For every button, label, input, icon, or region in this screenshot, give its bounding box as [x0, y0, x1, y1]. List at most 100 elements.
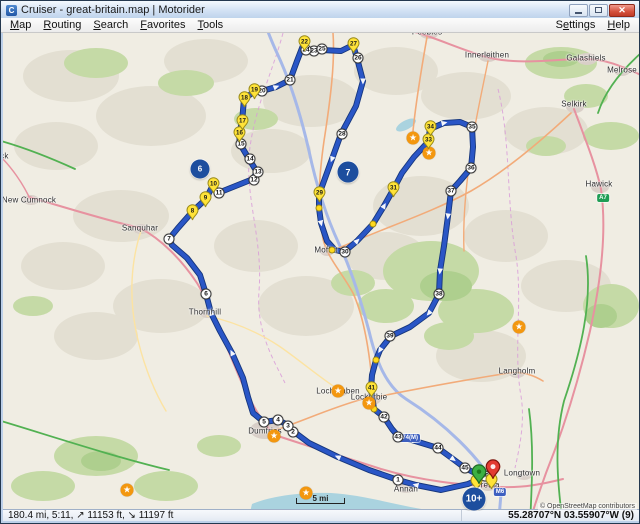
- svg-text:19: 19: [251, 87, 258, 94]
- town-label-cumnock: Cumnock: [3, 152, 9, 161]
- town-label-hawick: Hawick: [586, 180, 613, 189]
- poi-star-icon[interactable]: ★: [363, 397, 376, 410]
- cluster-marker-6[interactable]: 6: [191, 160, 210, 179]
- via-point-30[interactable]: 30: [340, 247, 351, 258]
- svg-text:8: 8: [190, 208, 194, 215]
- via-point-6[interactable]: 6: [201, 289, 212, 300]
- menu-map[interactable]: Map: [4, 19, 37, 31]
- svg-text:41: 41: [368, 385, 375, 392]
- map-canvas[interactable]: CumnockNew CumnockSanquharThornhillDumfr…: [3, 33, 639, 511]
- waypoint-pin-19[interactable]: 19: [248, 83, 261, 100]
- via-point-13[interactable]: 13: [253, 167, 264, 178]
- via-point-42[interactable]: 42: [379, 412, 390, 423]
- via-point-28[interactable]: 28: [337, 129, 348, 140]
- via-point-1[interactable]: 1: [393, 475, 404, 486]
- route-end-pin[interactable]: [485, 459, 501, 480]
- via-point-21[interactable]: 21: [285, 75, 296, 86]
- route-dot[interactable]: [329, 247, 336, 254]
- scale-label: 5 mi: [312, 494, 328, 503]
- app-icon: C: [6, 5, 17, 16]
- via-point-7[interactable]: 7: [164, 234, 175, 245]
- menu-right: SettingsHelp: [550, 19, 636, 31]
- svg-text:22: 22: [301, 39, 308, 46]
- town-label-langholm: Langholm: [499, 367, 536, 376]
- town-label-melrose: Melrose: [607, 66, 637, 75]
- close-button[interactable]: ✕: [609, 4, 635, 17]
- route-dot[interactable]: [370, 221, 377, 228]
- via-point-43[interactable]: 43: [393, 432, 404, 443]
- via-point-37[interactable]: 37: [446, 186, 457, 197]
- waypoint-pin-8[interactable]: 8: [186, 204, 199, 221]
- window-controls: ✕: [569, 4, 635, 17]
- svg-text:27: 27: [350, 41, 357, 48]
- via-point-25[interactable]: 25: [317, 44, 328, 55]
- svg-text:17: 17: [239, 118, 246, 125]
- poi-star-icon[interactable]: ★: [332, 385, 345, 398]
- poi-star-icon[interactable]: ★: [513, 321, 526, 334]
- waypoint-pin-27[interactable]: 27: [347, 37, 360, 54]
- title-bar[interactable]: C Cruiser - great-britain.map | Motoride…: [1, 1, 639, 18]
- town-label-galashiels: Galashiels: [566, 54, 605, 63]
- menu-bar: MapRoutingSearchFavoritesTools SettingsH…: [1, 18, 639, 33]
- town-label-annan: Annan: [394, 485, 418, 494]
- menu-tools[interactable]: Tools: [192, 19, 230, 31]
- close-icon: ✕: [618, 6, 626, 15]
- svg-text:33: 33: [425, 137, 432, 144]
- waypoint-pin-10[interactable]: 10: [207, 177, 220, 194]
- maximize-icon: [595, 7, 602, 13]
- status-route-summary: 180.4 mi, 5:11, ↗ 11153 ft, ↘ 11197 ft: [3, 510, 461, 521]
- via-point-35[interactable]: 35: [467, 122, 478, 133]
- via-point-38[interactable]: 38: [434, 289, 445, 300]
- menu-favorites[interactable]: Favorites: [134, 19, 191, 31]
- via-point-4[interactable]: 4: [273, 415, 284, 426]
- waypoint-pin-17[interactable]: 17: [236, 114, 249, 131]
- cluster-marker-10plus[interactable]: 10+: [463, 488, 486, 511]
- menu-left: MapRoutingSearchFavoritesTools: [4, 19, 229, 31]
- poi-star-icon[interactable]: ★: [407, 132, 420, 145]
- via-point-39[interactable]: 39: [385, 331, 396, 342]
- town-label-longtown: Longtown: [504, 469, 540, 478]
- minimize-icon: [575, 12, 582, 14]
- route-dot[interactable]: [316, 205, 323, 212]
- svg-text:9: 9: [203, 195, 207, 202]
- town-label-sanquhar: Sanquhar: [122, 224, 158, 233]
- via-point-26[interactable]: 26: [353, 53, 364, 64]
- town-label-innerleithen: Innerleithen: [465, 51, 509, 60]
- minimize-button[interactable]: [569, 4, 588, 17]
- svg-text:34: 34: [427, 124, 434, 131]
- via-point-45[interactable]: 45: [460, 463, 471, 474]
- town-label-peebles: Peebles: [412, 33, 442, 37]
- via-point-14[interactable]: 14: [245, 154, 256, 165]
- svg-text:10: 10: [210, 181, 217, 188]
- town-label-selkirk: Selkirk: [561, 100, 586, 109]
- poi-star-icon[interactable]: ★: [268, 430, 281, 443]
- menu-routing[interactable]: Routing: [37, 19, 87, 31]
- svg-text:29: 29: [316, 190, 323, 197]
- route-dot[interactable]: [373, 357, 380, 364]
- marker-layer: CumnockNew CumnockSanquharThornhillDumfr…: [3, 33, 639, 511]
- waypoint-pin-31[interactable]: 31: [387, 181, 400, 198]
- via-point-44[interactable]: 44: [433, 443, 444, 454]
- status-bar: 180.4 mi, 5:11, ↗ 11153 ft, ↘ 11197 ft 5…: [3, 509, 639, 521]
- menu-settings[interactable]: Settings: [550, 19, 602, 31]
- waypoint-pin-29[interactable]: 29: [313, 186, 326, 203]
- via-point-3[interactable]: 3: [283, 421, 294, 432]
- waypoint-pin-22[interactable]: 22: [298, 35, 311, 52]
- svg-text:31: 31: [390, 185, 397, 192]
- town-label-new-cumnock: New Cumnock: [3, 196, 56, 205]
- status-coordinates: 55.28707°N 03.55907°W (9): [461, 510, 639, 521]
- road-shield-a7: A7: [597, 194, 609, 202]
- town-label-thornhill: Thornhill: [189, 308, 221, 317]
- waypoint-pin-34[interactable]: 34: [424, 120, 437, 137]
- map-attribution: © OpenStreetMap contributors: [538, 503, 637, 510]
- via-point-5[interactable]: 5: [259, 417, 270, 428]
- via-point-36[interactable]: 36: [466, 163, 477, 174]
- menu-search[interactable]: Search: [87, 19, 134, 31]
- cluster-marker-7[interactable]: 7: [338, 162, 359, 183]
- poi-star-icon[interactable]: ★: [121, 484, 134, 497]
- app-window: C Cruiser - great-britain.map | Motoride…: [0, 0, 640, 524]
- maximize-button[interactable]: [589, 4, 608, 17]
- menu-help[interactable]: Help: [601, 19, 636, 31]
- window-title: Cruiser - great-britain.map | Motorider: [21, 4, 205, 16]
- waypoint-pin-41[interactable]: 41: [365, 381, 378, 398]
